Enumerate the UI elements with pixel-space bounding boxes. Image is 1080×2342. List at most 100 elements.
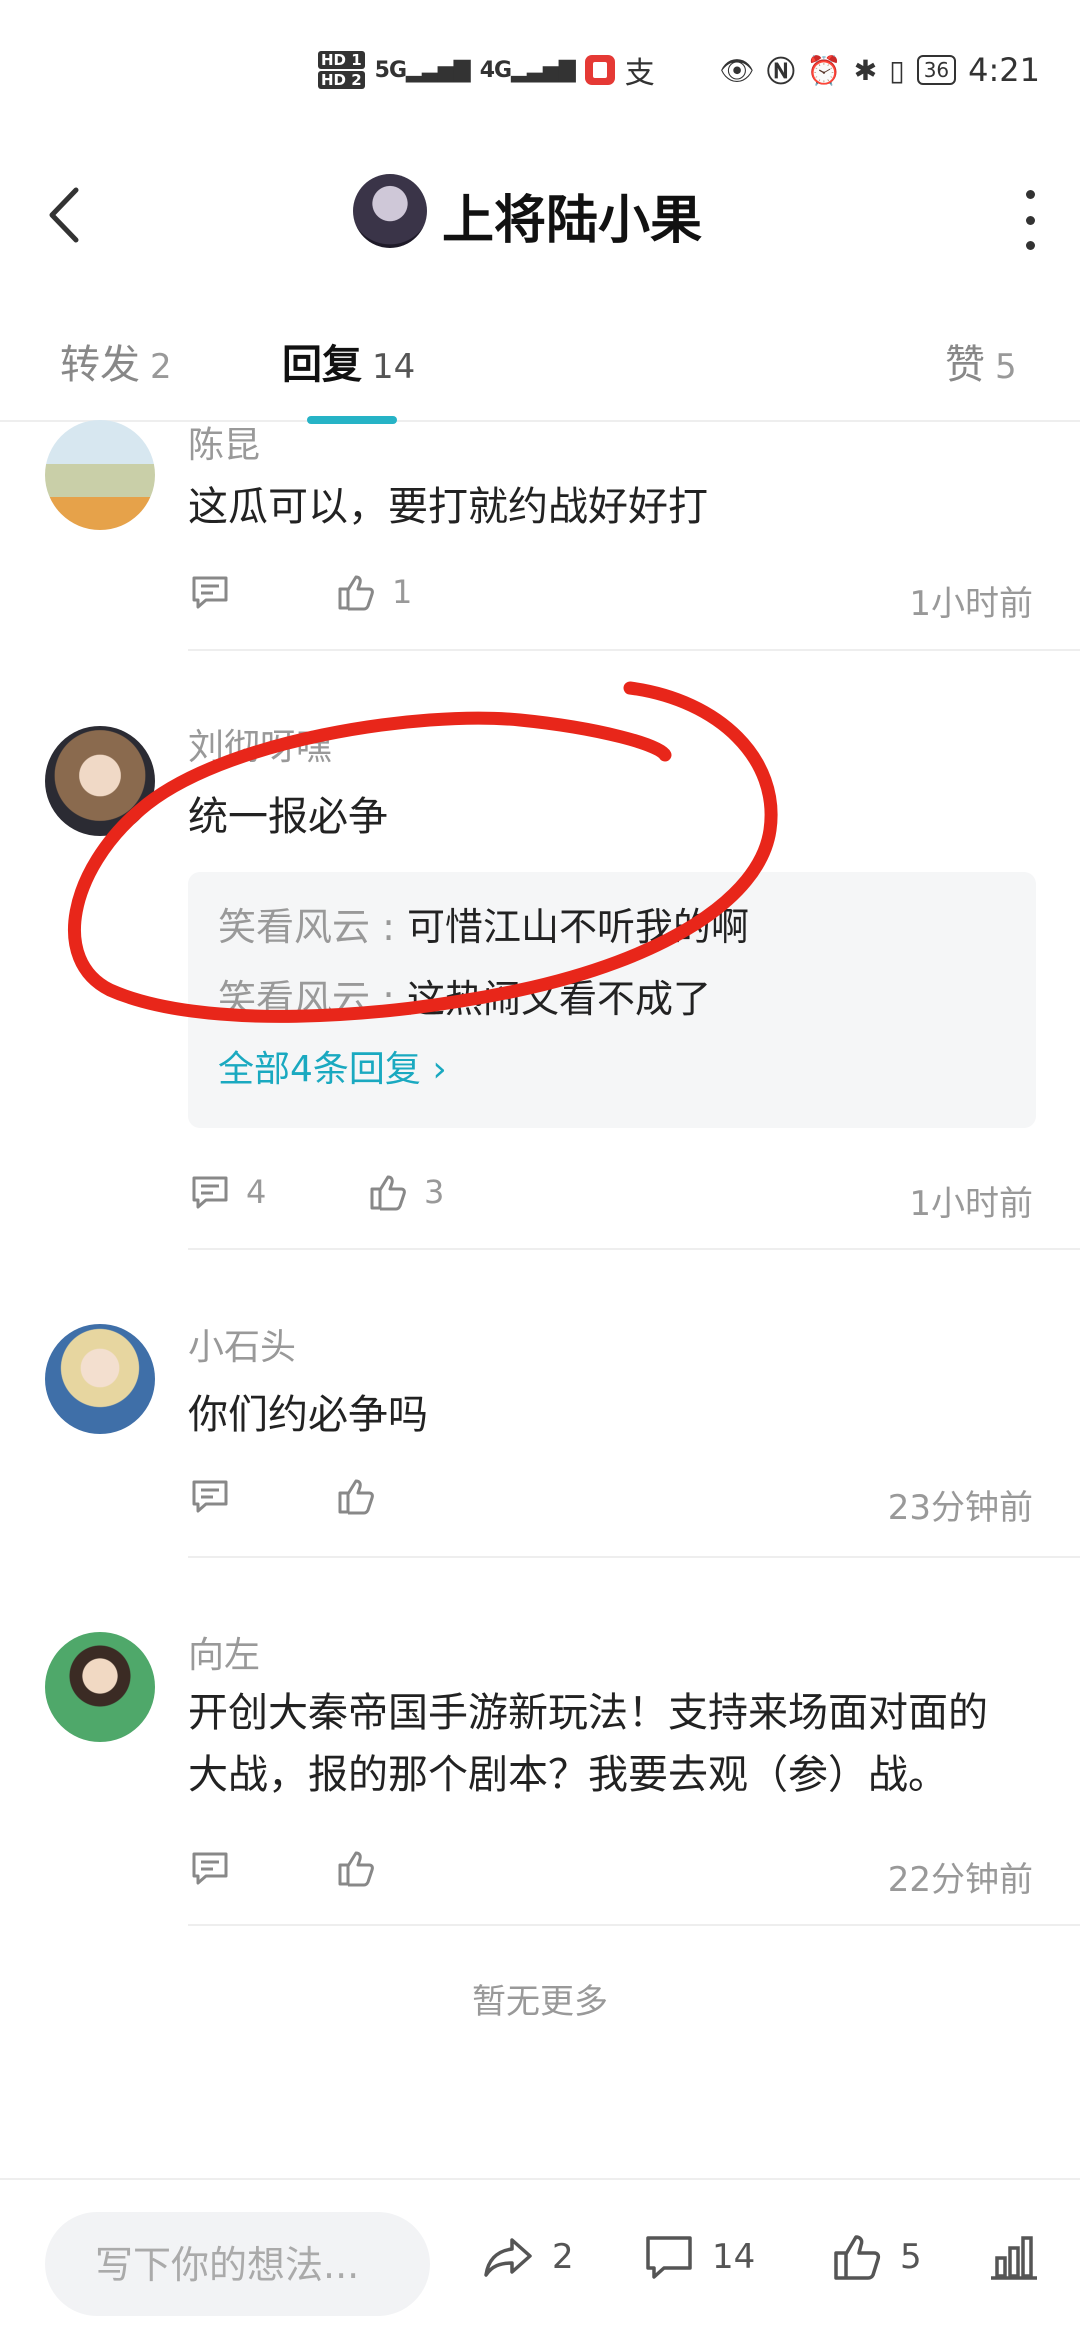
like-count: 5 xyxy=(900,2237,922,2277)
share-arrow-icon xyxy=(480,2228,538,2286)
sub-reply: 笑看风云 : 这热闹又看不成了 xyxy=(218,977,711,1021)
comment-icon xyxy=(188,1846,232,1890)
back-button[interactable] xyxy=(40,180,90,250)
divider xyxy=(188,1248,1080,1250)
like-button[interactable]: 3 xyxy=(366,1170,444,1214)
comment-time: 22分钟前 xyxy=(887,1860,1033,1900)
comment-username[interactable]: 刘彻呀嘿 xyxy=(188,718,332,770)
comment-item: 陈昆 这瓜可以，要打就约战好好打 1 1小时前 xyxy=(0,420,1080,651)
bluetooth-icon: ✱ xyxy=(853,53,878,87)
dot-icon xyxy=(1025,215,1035,225)
bottom-action-bar: 2 14 5 xyxy=(0,2178,1080,2342)
eye-icon: 👁 xyxy=(719,53,755,87)
divider xyxy=(188,1556,1080,1558)
signal-4g-icon: 4G▂▃▅▇ xyxy=(479,57,576,83)
sim1-badge: HD 1 xyxy=(318,51,365,69)
all-replies-link[interactable]: 全部4条回复 › xyxy=(218,1040,447,1092)
chevron-right-icon: › xyxy=(432,1049,447,1090)
thumbs-up-icon xyxy=(334,570,378,614)
comment-input-pill[interactable] xyxy=(45,2212,430,2318)
tab-reply[interactable]: 回复 14 xyxy=(282,332,415,390)
reply-button[interactable] xyxy=(188,1474,232,1518)
user-avatar[interactable] xyxy=(45,1324,155,1434)
comment-input[interactable] xyxy=(93,2212,417,2318)
alipay-icon: 支 xyxy=(624,56,655,91)
sub-reply-text: 这热闹又看不成了 xyxy=(406,977,711,1021)
reply-button[interactable] xyxy=(188,570,246,614)
comment-actions: 23分钟前 xyxy=(188,1474,1033,1534)
reply-count: 4 xyxy=(246,1173,267,1211)
stats-button[interactable] xyxy=(985,2228,1043,2286)
comment-username[interactable]: 陈昆 xyxy=(188,416,260,468)
comment-text: 这瓜可以，要打就约战好好打 xyxy=(188,484,708,530)
battery-icon: 36 xyxy=(916,55,957,85)
thumbs-up-icon xyxy=(828,2228,886,2286)
page-title[interactable]: 上将陆小果 xyxy=(442,178,702,253)
divider xyxy=(188,649,1080,651)
like-button[interactable] xyxy=(334,1474,378,1518)
tab-like[interactable]: 赞5 xyxy=(945,332,1017,390)
like-count: 1 xyxy=(392,573,413,611)
sim2-badge: HD 2 xyxy=(318,71,365,89)
dot-icon xyxy=(1025,190,1035,199)
comment-actions: 4 3 1小时前 xyxy=(188,1170,1033,1230)
comment-time: 1小时前 xyxy=(909,1184,1033,1224)
signal-5g-icon: 5G▂▃▅▇ xyxy=(374,57,471,83)
author-avatar[interactable] xyxy=(353,174,427,248)
comment-time: 1小时前 xyxy=(909,584,1033,624)
status-left: HD 1 HD 2 5G▂▃▅▇ 4G▂▃▅▇ 支 xyxy=(318,48,655,92)
comment-text-line: 大战，报的那个剧本？我要去观（参）战。 xyxy=(188,1752,948,1798)
comment-actions: 22分钟前 xyxy=(188,1846,1033,1906)
sub-reply: 笑看风云 : 可惜江山不听我的啊 xyxy=(218,905,749,949)
reply-button[interactable]: 4 xyxy=(188,1170,266,1214)
sub-reply-text: 可惜江山不听我的啊 xyxy=(406,905,749,949)
comment-username[interactable]: 小石头 xyxy=(188,1318,296,1370)
tab-bar: 转发 2 回复 14 赞5 xyxy=(0,320,1080,424)
comment-count-button[interactable]: 14 xyxy=(640,2228,755,2286)
sub-reply-box[interactable]: 笑看风云 : 可惜江山不听我的啊 笑看风云 : 这热闹又看不成了 全部4条回复 … xyxy=(188,872,1036,1128)
status-bar: HD 1 HD 2 5G▂▃▅▇ 4G▂▃▅▇ 支 👁 Ⓝ ⏰ ✱ ▯ 36 4… xyxy=(0,0,1080,150)
comment-actions: 1 1小时前 xyxy=(188,570,1033,630)
like-button[interactable]: 1 xyxy=(334,570,412,614)
repost-button[interactable]: 2 xyxy=(480,2228,574,2286)
chevron-left-icon xyxy=(49,187,79,243)
like-button[interactable] xyxy=(334,1846,378,1890)
vibrate-icon: ▯ xyxy=(889,53,905,87)
comment-username[interactable]: 向左 xyxy=(188,1626,260,1678)
thumbs-up-icon xyxy=(366,1170,410,1214)
comment-text: 统一报必争 xyxy=(188,794,388,840)
repost-count: 2 xyxy=(552,2237,574,2277)
comment-text: 开创大秦帝国手游新玩法！支持来场面对面的 大战，报的那个剧本？我要去观（参）战。 xyxy=(188,1682,1048,1806)
comment-icon xyxy=(188,1474,232,1518)
comment-icon xyxy=(188,1170,232,1214)
book-app-icon xyxy=(584,55,615,85)
alarm-icon: ⏰ xyxy=(806,53,842,87)
more-options-button[interactable] xyxy=(1020,190,1040,250)
thumbs-up-icon xyxy=(334,1474,378,1518)
sim-badges: HD 1 HD 2 xyxy=(318,51,365,89)
like-button-bottom[interactable]: 5 xyxy=(828,2228,922,2286)
comment-icon xyxy=(188,570,232,614)
bar-chart-icon xyxy=(985,2228,1043,2286)
thumbs-up-icon xyxy=(334,1846,378,1890)
divider xyxy=(188,1924,1080,1926)
dot-icon xyxy=(1025,241,1035,250)
user-avatar[interactable] xyxy=(45,1632,155,1742)
comment-item: 小石头 你们约必争吗 23分钟前 xyxy=(0,1320,1080,1560)
tab-repost[interactable]: 转发 2 xyxy=(60,332,172,390)
comment-item: 刘彻呀嘿 统一报必争 笑看风云 : 可惜江山不听我的啊 笑看风云 : 这热闹又看… xyxy=(0,720,1080,1250)
sub-reply-user[interactable]: 笑看风云 xyxy=(218,905,370,949)
reply-button[interactable] xyxy=(188,1846,232,1890)
nfc-icon: Ⓝ xyxy=(766,55,795,88)
comment-text: 你们约必争吗 xyxy=(188,1392,428,1438)
no-more-text: 暂无更多 xyxy=(472,1982,608,2022)
status-right: 👁 Ⓝ ⏰ ✱ ▯ 36 4:21 xyxy=(719,50,1040,90)
user-avatar[interactable] xyxy=(45,726,155,836)
comment-count: 14 xyxy=(712,2237,756,2277)
like-count: 3 xyxy=(424,1173,445,1211)
clock: 4:21 xyxy=(968,51,1040,89)
comment-icon xyxy=(640,2228,698,2286)
user-avatar[interactable] xyxy=(45,420,155,530)
comment-text-line: 开创大秦帝国手游新玩法！支持来场面对面的 xyxy=(188,1690,988,1736)
sub-reply-user[interactable]: 笑看风云 xyxy=(218,977,370,1021)
